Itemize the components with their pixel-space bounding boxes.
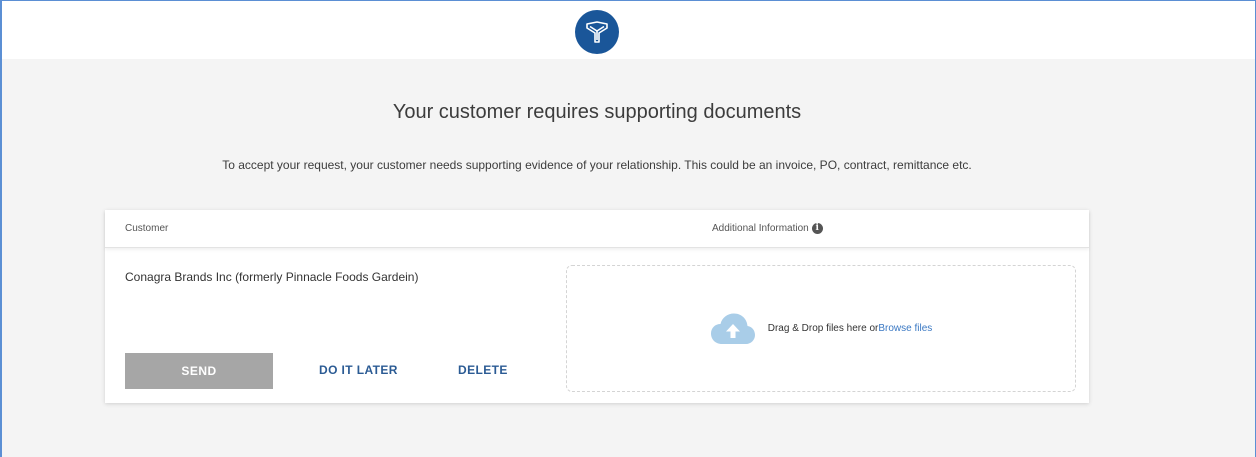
info-icon[interactable]: i bbox=[811, 223, 823, 234]
customer-name: Conagra Brands Inc (formerly Pinnacle Fo… bbox=[125, 270, 419, 284]
page-title: Your customer requires supporting docume… bbox=[392, 101, 802, 123]
page-subtitle: To accept your request, your customer ne… bbox=[222, 158, 972, 172]
file-dropzone[interactable]: Drag & Drop files here or Browse files bbox=[566, 265, 1076, 392]
dropzone-text: Drag & Drop files here or bbox=[767, 323, 879, 334]
send-button[interactable]: SEND bbox=[125, 353, 273, 389]
card-header: Customer Additional Information i bbox=[105, 210, 1089, 248]
do-it-later-button[interactable]: DO IT LATER bbox=[319, 363, 398, 377]
documents-card: Customer Additional Information i Conagr… bbox=[105, 210, 1089, 403]
column-header-additional-info: Additional Information i bbox=[712, 223, 823, 234]
delete-button[interactable]: DELETE bbox=[458, 363, 508, 377]
top-bar bbox=[2, 1, 1255, 59]
cloud-upload-icon bbox=[710, 313, 755, 344]
column-header-additional-label: Additional Information bbox=[712, 223, 809, 234]
brand-logo-icon[interactable] bbox=[575, 10, 619, 54]
dropzone-content: Drag & Drop files here or Browse files bbox=[710, 312, 932, 346]
app-frame: Your customer requires supporting docume… bbox=[0, 0, 1256, 457]
column-header-customer: Customer bbox=[125, 223, 169, 234]
browse-files-link[interactable]: Browse files bbox=[878, 323, 932, 334]
